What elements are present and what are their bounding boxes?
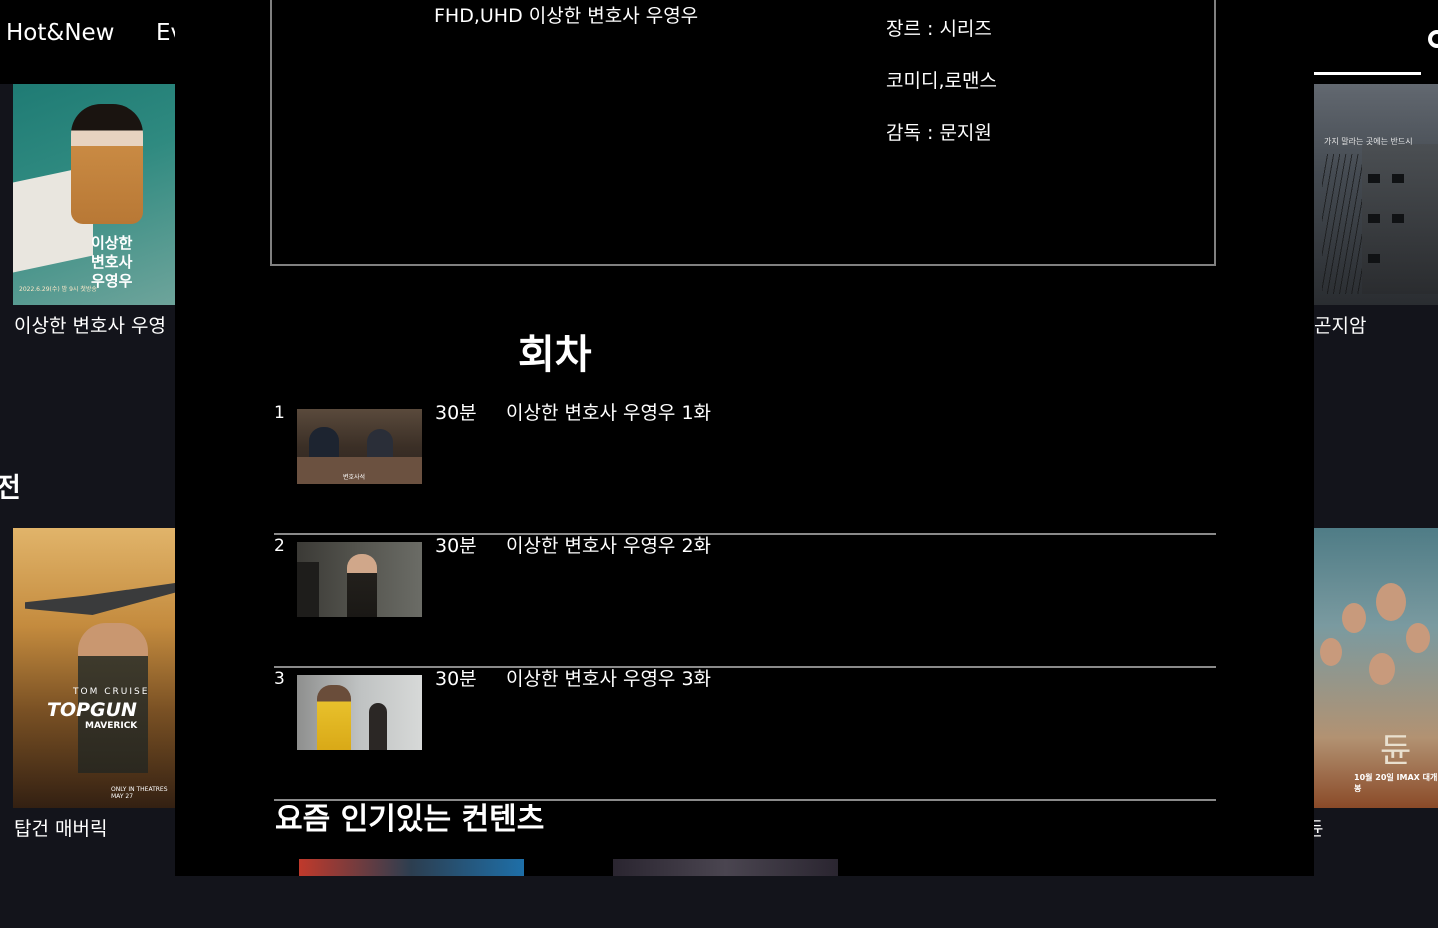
thumb-person-art — [297, 562, 319, 617]
episodes-heading: 회차 — [518, 332, 592, 378]
episode-number: 2 — [274, 536, 285, 556]
window-art — [1392, 174, 1404, 183]
episode-thumbnail[interactable] — [297, 542, 422, 617]
episode-row[interactable]: 2 30분 이상한 변호사 우영우 2화 — [274, 535, 1216, 668]
popular-content-thumbnail[interactable] — [299, 859, 524, 876]
content-info-box: FHD,UHD 이상한 변호사 우영우 장르 : 시리즈 코미디,로맨스 감독 … — [270, 0, 1216, 266]
poster-face-art — [1406, 623, 1430, 653]
content-tags: 코미디,로맨스 — [886, 70, 997, 92]
nav-item-hot-new[interactable]: Hot&New — [6, 20, 115, 46]
popular-content-heading: 요즘 인기있는 컨텐츠 — [275, 802, 545, 837]
row-heading-partial: 전 — [0, 473, 21, 504]
poster-gonjiam[interactable]: 가지 말라는 곳에는 반드시 — [1314, 84, 1438, 305]
window-art — [1368, 254, 1380, 263]
thumb-person-art — [317, 685, 351, 750]
poster-dune-title: 듄 — [1380, 731, 1412, 771]
episode-duration: 30분 — [435, 668, 477, 690]
poster-figure-art — [71, 104, 143, 224]
poster-top-title: TOPGUN — [47, 699, 137, 721]
poster-title-woo[interactable]: 이상한 변호사 우영 — [14, 311, 166, 338]
poster-face-art — [1369, 653, 1395, 685]
episode-number: 1 — [274, 403, 285, 423]
poster-title-gonjiam[interactable]: 곤지암 — [1314, 311, 1366, 338]
nav-active-underline — [1314, 72, 1421, 75]
thumb-person-art — [369, 703, 387, 750]
episode-thumbnail[interactable] — [297, 675, 422, 750]
content-quality-title: FHD,UHD 이상한 변호사 우영우 — [434, 5, 699, 27]
episode-title[interactable]: 이상한 변호사 우영우 3화 — [506, 664, 711, 691]
poster-face-art — [1320, 638, 1342, 666]
search-icon[interactable] — [1428, 30, 1438, 48]
poster-top-actor: TOM CRUISE — [73, 687, 150, 697]
poster-top-gun-maverick[interactable]: TOM CRUISE TOPGUN MAVERICK ONLY IN THEAT… — [13, 528, 175, 808]
episode-row[interactable]: 1 변호사석 30분 이상한 변호사 우영우 1화 — [274, 402, 1216, 535]
episode-duration: 30분 — [435, 402, 477, 424]
window-art — [1392, 214, 1404, 223]
poster-face-art — [1342, 603, 1366, 633]
thumb-caption: 변호사석 — [343, 474, 366, 481]
episode-row[interactable]: 3 30분 이상한 변호사 우영우 3화 — [274, 668, 1216, 801]
poster-woo-title-art: 이상한 변호사 우영우 — [91, 234, 133, 290]
poster-woo-date: 2022.6.29(수) 밤 9시 첫방송 — [19, 286, 97, 293]
episode-title[interactable]: 이상한 변호사 우영우 1화 — [506, 398, 711, 425]
poster-jet-art — [25, 583, 175, 615]
poster-face-art — [1376, 583, 1406, 621]
poster-trees-art — [1322, 154, 1362, 294]
content-genre: 장르 : 시리즈 — [886, 18, 992, 40]
detail-modal: FHD,UHD 이상한 변호사 우영우 장르 : 시리즈 코미디,로맨스 감독 … — [175, 0, 1314, 876]
content-director: 감독 : 문지원 — [886, 122, 992, 144]
episode-duration: 30분 — [435, 535, 477, 557]
poster-pilot-art — [78, 623, 148, 773]
thumb-person-art — [347, 554, 377, 617]
poster-gonjiam-tagline: 가지 말라는 곳에는 반드시 — [1324, 137, 1413, 146]
poster-dune[interactable]: 듄 10월 20일 IMAX 대개봉 — [1314, 528, 1438, 808]
episode-title[interactable]: 이상한 변호사 우영우 2화 — [506, 531, 711, 558]
episode-thumbnail[interactable]: 변호사석 — [297, 409, 422, 484]
popular-content-thumbnail[interactable] — [613, 859, 838, 876]
window-art — [1368, 174, 1380, 183]
poster-extraordinary-attorney-woo[interactable]: 이상한 변호사 우영우 2022.6.29(수) 밤 9시 첫방송 — [13, 84, 175, 305]
poster-building-art — [1362, 144, 1438, 294]
poster-top-release: ONLY IN THEATRES MAY 27 — [111, 786, 168, 800]
poster-title-top-gun[interactable]: 탑건 매버릭 — [14, 814, 107, 841]
window-art — [1368, 214, 1380, 223]
episode-number: 3 — [274, 669, 285, 689]
poster-top-subtitle: MAVERICK — [85, 721, 138, 731]
poster-dune-release: 10월 20일 IMAX 대개봉 — [1354, 773, 1438, 793]
